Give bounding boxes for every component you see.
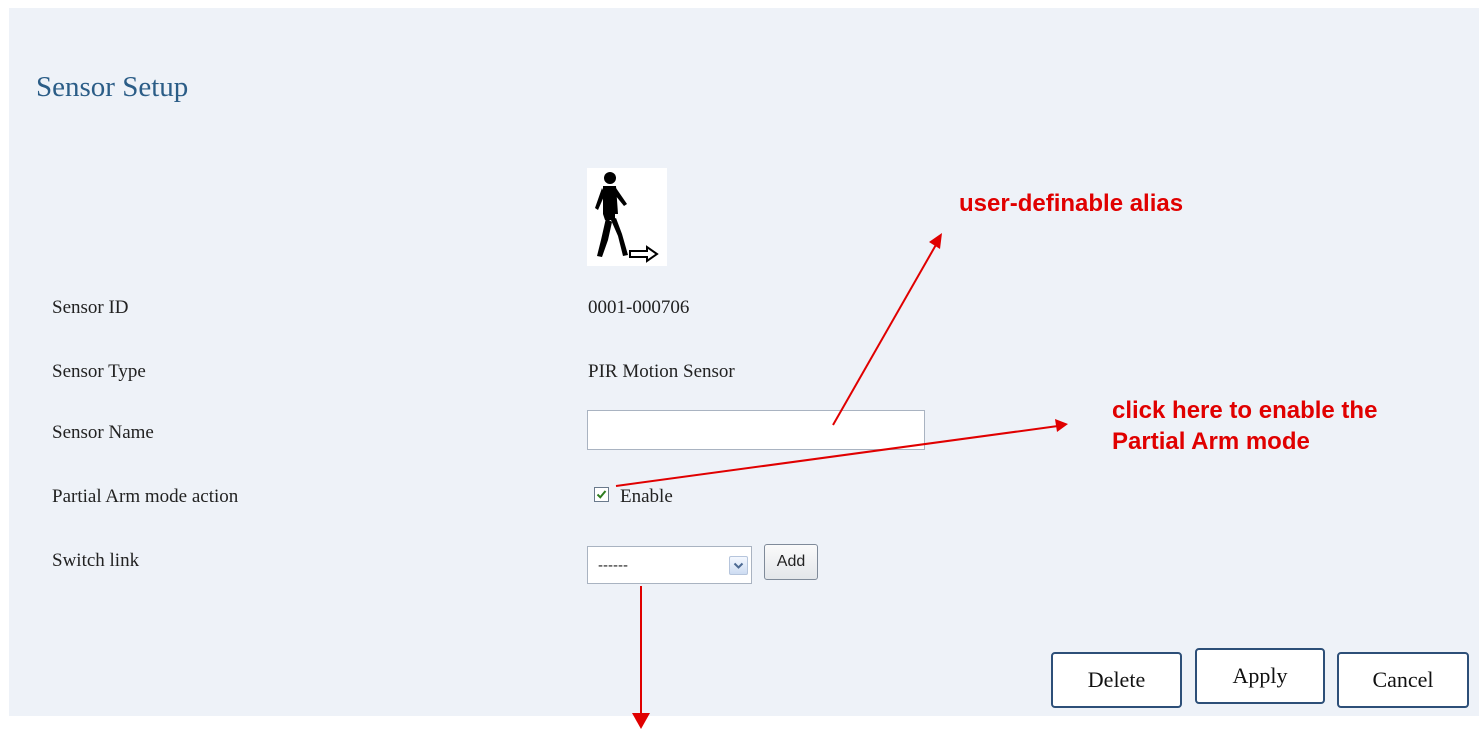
switch-link-selected: ------ <box>598 557 628 574</box>
page-title: Sensor Setup <box>36 71 189 103</box>
switch-link-label: Switch link <box>52 550 140 571</box>
sensor-name-input[interactable] <box>587 410 925 450</box>
add-switch-link-button[interactable]: Add <box>764 544 818 580</box>
sensor-id-label: Sensor ID <box>52 297 129 318</box>
partial-arm-enable-checkbox[interactable] <box>594 487 609 502</box>
cancel-button[interactable]: Cancel <box>1337 652 1469 708</box>
checkmark-icon <box>596 490 607 499</box>
partial-arm-annotation-line1: click here to enable the <box>1112 397 1378 424</box>
sensor-type-value: PIR Motion Sensor <box>588 361 735 382</box>
sensor-type-label: Sensor Type <box>52 361 146 382</box>
apply-button[interactable]: Apply <box>1195 648 1325 704</box>
delete-button[interactable]: Delete <box>1051 652 1182 708</box>
alias-annotation: user-definable alias <box>959 190 1184 217</box>
sensor-name-label: Sensor Name <box>52 422 154 443</box>
switch-link-select[interactable]: ------ <box>587 546 752 584</box>
partial-arm-enable-label[interactable]: Enable <box>620 486 673 508</box>
pir-motion-sensor-icon <box>587 168 667 266</box>
partial-arm-annotation-line2: Partial Arm mode <box>1112 428 1310 455</box>
chevron-down-icon[interactable] <box>729 556 748 575</box>
sensor-id-value: 0001-000706 <box>588 297 690 318</box>
sensor-setup-panel <box>9 8 1479 716</box>
partial-arm-label: Partial Arm mode action <box>52 486 239 507</box>
